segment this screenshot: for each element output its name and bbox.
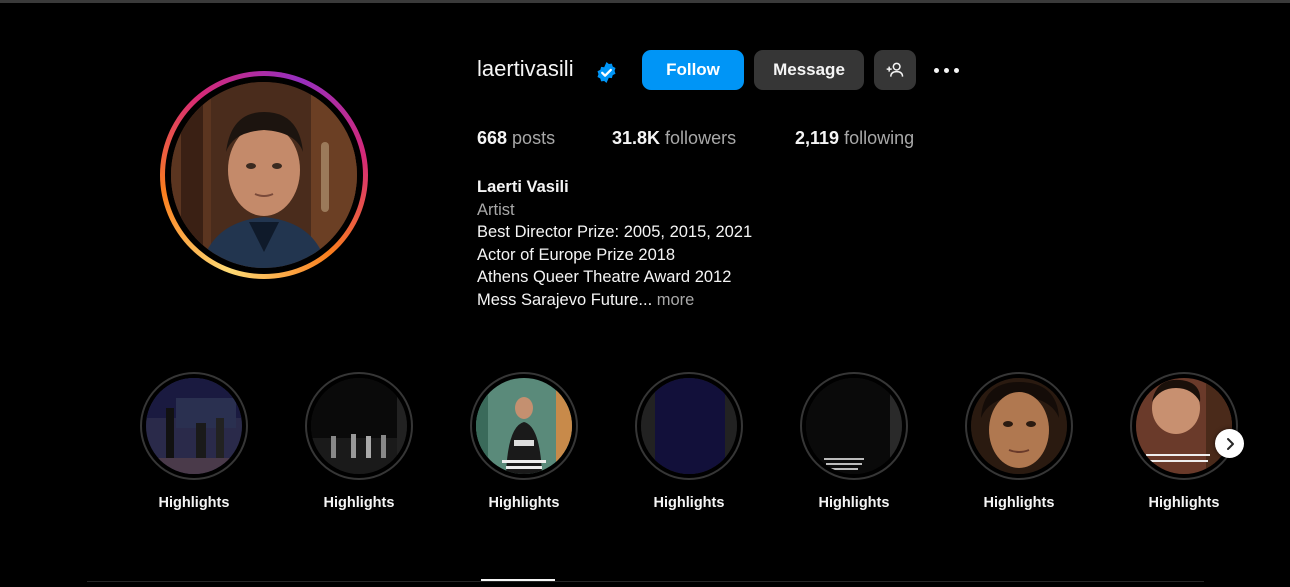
following-label: following bbox=[839, 128, 915, 148]
message-button[interactable]: Message bbox=[754, 50, 864, 90]
bio-line-truncated: Mess Sarajevo Future... more bbox=[477, 289, 752, 312]
highlight-item[interactable]: Highlights bbox=[800, 372, 908, 511]
highlight-thumbnail bbox=[1136, 378, 1232, 474]
chevron-right-icon bbox=[1226, 437, 1234, 450]
follow-button[interactable]: Follow bbox=[642, 50, 744, 90]
bio-line: Actor of Europe Prize 2018 bbox=[477, 245, 676, 264]
more-options-button[interactable] bbox=[930, 58, 962, 82]
window-top-border bbox=[0, 0, 1290, 3]
highlight-thumbnail bbox=[971, 378, 1067, 474]
verified-badge-icon bbox=[597, 61, 616, 84]
profile-avatar[interactable] bbox=[160, 71, 368, 279]
followers-label: followers bbox=[660, 128, 737, 148]
bio-more-link[interactable]: more bbox=[652, 291, 695, 309]
highlight-thumbnail bbox=[476, 378, 572, 474]
bio-line: Best Director Prize: 2005, 2015, 2021 bbox=[477, 223, 753, 241]
posts-count: 668 posts bbox=[477, 128, 555, 149]
highlight-item[interactable]: Highlights bbox=[965, 372, 1073, 511]
highlight-label: Highlights bbox=[1148, 495, 1220, 511]
highlight-thumbnail bbox=[146, 378, 242, 474]
highlight-ring bbox=[305, 372, 413, 480]
highlight-item[interactable]: Highlights bbox=[470, 372, 578, 511]
suggest-accounts-button[interactable] bbox=[874, 50, 916, 90]
highlight-ring bbox=[1130, 372, 1238, 480]
highlight-label: Highlights bbox=[488, 495, 560, 511]
highlight-label: Highlights bbox=[323, 495, 395, 511]
profile-full-name: Laerti Vasili bbox=[477, 178, 569, 196]
followers-number: 31.8K bbox=[612, 128, 661, 148]
following-link[interactable]: 2,119 following bbox=[795, 128, 914, 149]
tabs-divider bbox=[87, 581, 1204, 582]
highlight-thumbnail bbox=[641, 378, 737, 474]
posts-number: 668 bbox=[477, 128, 508, 148]
highlight-item[interactable]: Highlights bbox=[140, 372, 248, 511]
highlight-ring bbox=[965, 372, 1073, 480]
highlight-label: Highlights bbox=[818, 495, 890, 511]
highlight-label: Highlights bbox=[653, 495, 725, 511]
profile-username: laertivasili bbox=[477, 56, 574, 81]
profile-category: Artist bbox=[477, 200, 515, 219]
highlight-label: Highlights bbox=[983, 495, 1055, 511]
followers-link[interactable]: 31.8K followers bbox=[612, 128, 736, 149]
bio-line: Athens Queer Theatre Award 2012 bbox=[477, 268, 732, 286]
active-tab-indicator bbox=[481, 579, 555, 581]
highlight-item[interactable]: Highlights bbox=[305, 372, 413, 511]
highlight-label: Highlights bbox=[158, 495, 230, 511]
following-number: 2,119 bbox=[795, 128, 840, 148]
avatar-ring-gap bbox=[165, 76, 363, 274]
highlight-item[interactable]: Highlights bbox=[635, 372, 743, 511]
highlight-ring bbox=[470, 372, 578, 480]
highlight-ring bbox=[800, 372, 908, 480]
posts-label: posts bbox=[507, 128, 556, 148]
profile-bio: Laerti Vasili Artist Best Director Prize… bbox=[477, 176, 752, 311]
bio-line-text: Mess Sarajevo Future... bbox=[477, 290, 653, 309]
highlight-ring bbox=[140, 372, 248, 480]
more-options-icon bbox=[933, 67, 939, 73]
add-user-icon bbox=[886, 62, 904, 77]
highlights-next-button[interactable] bbox=[1215, 429, 1244, 458]
avatar-photo bbox=[171, 82, 357, 268]
highlight-ring bbox=[635, 372, 743, 480]
highlight-thumbnail bbox=[806, 378, 902, 474]
highlight-thumbnail bbox=[311, 378, 407, 474]
